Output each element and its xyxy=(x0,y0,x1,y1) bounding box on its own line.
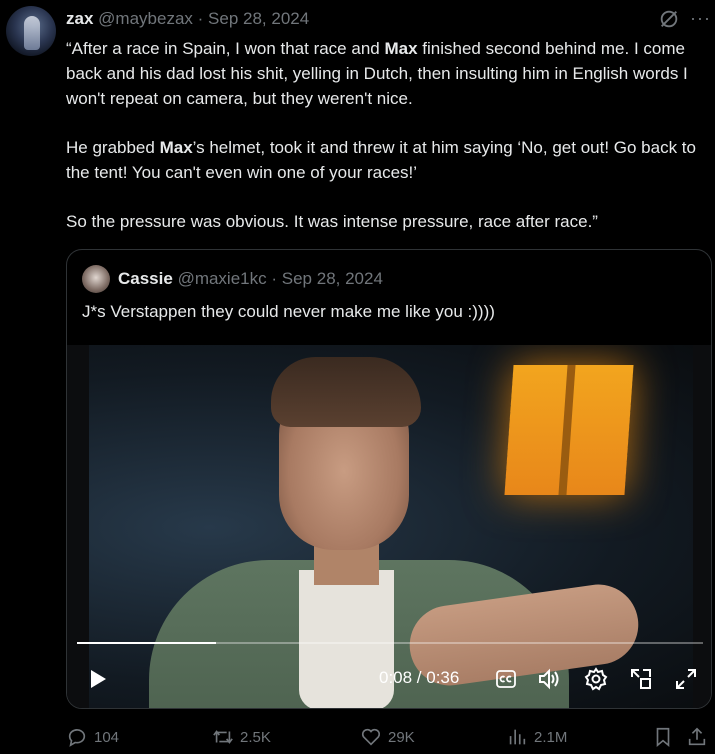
video-progress-bar[interactable] xyxy=(77,642,703,644)
reply-button[interactable]: 104 xyxy=(66,726,119,748)
pip-icon[interactable] xyxy=(629,667,653,691)
separator: · xyxy=(197,9,204,28)
settings-icon[interactable] xyxy=(584,667,608,691)
volume-icon[interactable] xyxy=(537,668,561,690)
author-name[interactable]: zax xyxy=(66,9,93,28)
reply-icon xyxy=(68,729,86,747)
author-avatar[interactable] xyxy=(6,6,56,56)
share-button[interactable] xyxy=(686,726,708,748)
tweet-paragraph-2: He grabbed Max’s helmet, took it and thr… xyxy=(66,138,696,182)
play-icon[interactable] xyxy=(85,667,109,691)
quote-author-name[interactable]: Cassie xyxy=(118,269,173,288)
share-icon xyxy=(688,727,706,746)
views-button[interactable]: 2.1M xyxy=(506,726,567,748)
separator: · xyxy=(271,269,278,288)
like-icon xyxy=(361,728,381,746)
tweet-actions: 104 2.5K 29K 2.1M xyxy=(66,726,715,752)
tweet-paragraph-1: “After a race in Spain, I won that race … xyxy=(66,39,688,108)
video-frame xyxy=(89,345,693,708)
quote-header: Cassie @maxie1kc · Sep 28, 2024 xyxy=(118,269,383,289)
bookmark-icon xyxy=(656,727,670,748)
quote-text: J*s Verstappen they could never make me … xyxy=(82,302,495,321)
bookmark-button[interactable] xyxy=(652,726,674,748)
quote-date[interactable]: Sep 28, 2024 xyxy=(282,269,383,288)
captions-icon[interactable] xyxy=(496,670,516,688)
repost-count: 2.5K xyxy=(240,728,271,746)
video-progress-fill xyxy=(77,642,216,644)
quote-author-handle[interactable]: @maxie1kc xyxy=(178,269,267,288)
reply-count: 104 xyxy=(94,728,120,746)
fullscreen-icon[interactable] xyxy=(674,667,698,691)
like-button[interactable]: 29K xyxy=(360,726,415,748)
video-time: 0:08 / 0:36 xyxy=(379,668,460,687)
quote-author-avatar[interactable] xyxy=(82,265,110,293)
more-icon[interactable]: ··· xyxy=(690,8,711,29)
video-player[interactable]: 0:08 / 0:36 xyxy=(67,345,711,708)
repost-button[interactable]: 2.5K xyxy=(212,726,271,748)
views-icon xyxy=(509,729,526,745)
like-count: 29K xyxy=(388,728,415,746)
tweet-text: “After a race in Spain, I won that race … xyxy=(66,36,712,258)
repost-icon xyxy=(213,730,233,744)
tweet-paragraph-3: So the pressure was obvious. It was inte… xyxy=(66,212,598,231)
grok-icon[interactable] xyxy=(658,8,680,30)
quoted-tweet[interactable]: Cassie @maxie1kc · Sep 28, 2024 J*s Vers… xyxy=(66,249,712,709)
views-count: 2.1M xyxy=(534,728,568,746)
tweet-date[interactable]: Sep 28, 2024 xyxy=(208,9,309,28)
author-handle[interactable]: @maybezax xyxy=(98,9,193,28)
tweet-header: zax @maybezax · Sep 28, 2024 xyxy=(66,9,309,29)
